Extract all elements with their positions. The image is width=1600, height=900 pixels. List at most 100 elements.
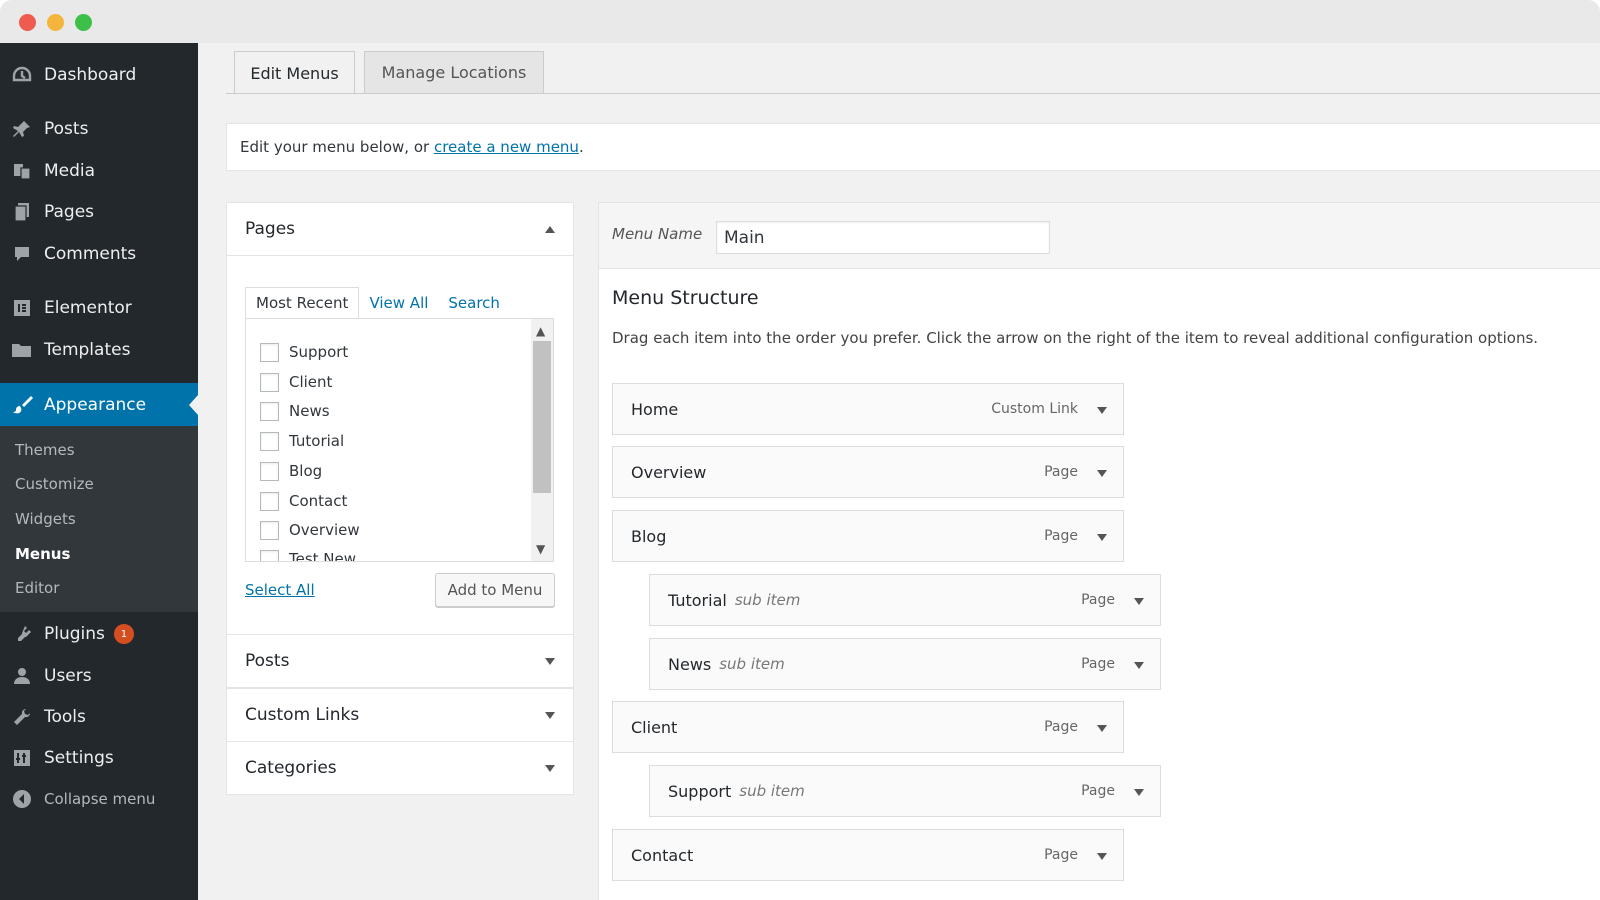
submenu-item-themes[interactable]: Themes — [15, 441, 75, 459]
select-all-link[interactable]: Select All — [245, 581, 315, 599]
submenu-item-menus[interactable]: Menus — [15, 545, 70, 563]
scroll-up-icon[interactable]: ▲ — [536, 325, 545, 337]
pages-tabs: Most Recent View All Search — [245, 287, 510, 319]
title-bar — [0, 0, 1600, 43]
posts-panel[interactable]: Posts — [226, 634, 574, 688]
tab-most-recent[interactable]: Most Recent — [245, 287, 360, 319]
maximize-window-button[interactable] — [75, 14, 92, 31]
expand-item-icon[interactable] — [1097, 534, 1107, 541]
menu-item-blog[interactable]: Blog Page — [612, 510, 1124, 562]
collapse-up-icon[interactable] — [545, 226, 555, 233]
menu-item-news[interactable]: News sub item Page — [649, 638, 1161, 690]
expand-item-icon[interactable] — [1134, 789, 1144, 796]
checkbox[interactable] — [260, 461, 279, 481]
sidebar-item-tools[interactable]: Tools — [0, 697, 198, 737]
checkbox[interactable] — [260, 491, 279, 511]
wrench-icon — [10, 706, 34, 728]
expand-item-icon[interactable] — [1134, 598, 1144, 605]
sidebar-item-dashboard[interactable]: Dashboard — [0, 55, 198, 95]
minimize-window-button[interactable] — [47, 14, 64, 31]
submenu-item-editor[interactable]: Editor — [15, 579, 59, 597]
categories-panel-header[interactable]: Categories — [227, 742, 573, 794]
expand-item-icon[interactable] — [1097, 407, 1107, 414]
expand-item-icon[interactable] — [1097, 725, 1107, 732]
elementor-icon — [10, 297, 34, 319]
sidebar-item-pages[interactable]: Pages — [0, 192, 198, 232]
custom-links-panel-header[interactable]: Custom Links — [227, 689, 573, 741]
sidebar-item-posts[interactable]: Posts — [0, 109, 198, 149]
browser-window: Dashboard Posts Media Pages Comments Ele… — [0, 0, 1600, 900]
sidebar-item-plugins[interactable]: Plugins 1 — [0, 614, 198, 654]
collapse-menu-button[interactable]: Collapse menu — [0, 779, 198, 819]
checkbox[interactable] — [260, 520, 279, 540]
tab-divider — [226, 93, 1600, 94]
sidebar-item-users[interactable]: Users — [0, 656, 198, 696]
list-item[interactable]: Tutorial — [260, 430, 344, 452]
sidebar-item-templates[interactable]: Templates — [0, 330, 198, 370]
menu-item-overview[interactable]: Overview Page — [612, 446, 1124, 498]
list-item[interactable]: News — [260, 400, 330, 422]
sidebar-item-comments[interactable]: Comments — [0, 234, 198, 274]
sidebar-item-appearance[interactable]: Appearance — [0, 383, 198, 426]
expand-down-icon[interactable] — [545, 658, 555, 665]
submenu-item-widgets[interactable]: Widgets — [15, 510, 76, 528]
categories-panel[interactable]: Categories — [226, 741, 574, 795]
collapse-arrow-icon — [10, 788, 34, 810]
list-scrollbar[interactable]: ▲ ▼ — [531, 319, 553, 561]
checkbox[interactable] — [260, 549, 279, 561]
menu-name-label: Menu Name — [612, 225, 703, 243]
pin-icon — [10, 118, 34, 140]
list-item[interactable]: Blog — [260, 460, 322, 482]
tab-edit-menus[interactable]: Edit Menus — [234, 51, 355, 94]
menu-item-tutorial[interactable]: Tutorial sub item Page — [649, 574, 1161, 626]
sidebar-item-media[interactable]: Media — [0, 151, 198, 191]
list-item[interactable]: Contact — [260, 490, 347, 512]
scroll-down-icon[interactable]: ▼ — [536, 543, 545, 555]
submenu-item-customize[interactable]: Customize — [15, 475, 94, 493]
menu-item-home[interactable]: Home Custom Link — [612, 383, 1124, 435]
update-count-badge: 1 — [113, 624, 134, 644]
settings-icon — [10, 747, 34, 769]
sidebar-item-settings[interactable]: Settings — [0, 738, 198, 778]
add-to-menu-button[interactable]: Add to Menu — [435, 573, 555, 607]
pages-icon — [10, 201, 34, 223]
checkbox[interactable] — [260, 431, 279, 451]
user-icon — [10, 665, 34, 687]
expand-down-icon[interactable] — [545, 712, 555, 719]
appearance-submenu: Themes Customize Widgets Menus Editor — [0, 426, 198, 612]
checkbox[interactable] — [260, 401, 279, 421]
list-item[interactable]: Overview — [260, 519, 360, 541]
pages-checklist: Support Client News Tutorial Blog Contac… — [245, 318, 554, 562]
comments-icon — [10, 243, 34, 265]
expand-item-icon[interactable] — [1134, 662, 1144, 669]
menu-item-support[interactable]: Support sub item Page — [649, 765, 1161, 817]
close-window-button[interactable] — [19, 14, 36, 31]
checkbox[interactable] — [260, 342, 279, 362]
menu-name-bar: Menu Name — [599, 203, 1600, 269]
pages-panel: Pages Most Recent View All Search Suppor… — [226, 202, 574, 635]
expand-down-icon[interactable] — [545, 765, 555, 772]
edit-menu-notice: Edit your menu below, or create a new me… — [226, 123, 1600, 171]
scroll-thumb[interactable] — [533, 341, 551, 493]
create-new-menu-link[interactable]: create a new menu — [434, 138, 579, 156]
tab-view-all[interactable]: View All — [359, 287, 438, 319]
pages-panel-header[interactable]: Pages — [227, 203, 573, 255]
menu-item-contact[interactable]: Contact Page — [612, 829, 1124, 881]
posts-panel-header[interactable]: Posts — [227, 635, 573, 687]
menu-item-client[interactable]: Client Page — [612, 701, 1124, 753]
expand-item-icon[interactable] — [1097, 853, 1107, 860]
divider — [227, 255, 573, 256]
menu-structure-panel: Menu Name Menu Structure Drag each item … — [598, 202, 1600, 900]
list-item[interactable]: Support — [260, 341, 348, 363]
checkbox[interactable] — [260, 372, 279, 392]
menu-name-input[interactable] — [716, 221, 1050, 254]
list-item[interactable]: Test New — [260, 548, 356, 561]
tab-search[interactable]: Search — [438, 287, 510, 319]
custom-links-panel[interactable]: Custom Links — [226, 688, 574, 742]
tab-manage-locations[interactable]: Manage Locations — [364, 51, 544, 93]
sidebar-item-elementor[interactable]: Elementor — [0, 288, 198, 328]
media-icon — [10, 160, 34, 182]
dashboard-icon — [10, 64, 34, 86]
list-item[interactable]: Client — [260, 371, 332, 393]
expand-item-icon[interactable] — [1097, 470, 1107, 477]
